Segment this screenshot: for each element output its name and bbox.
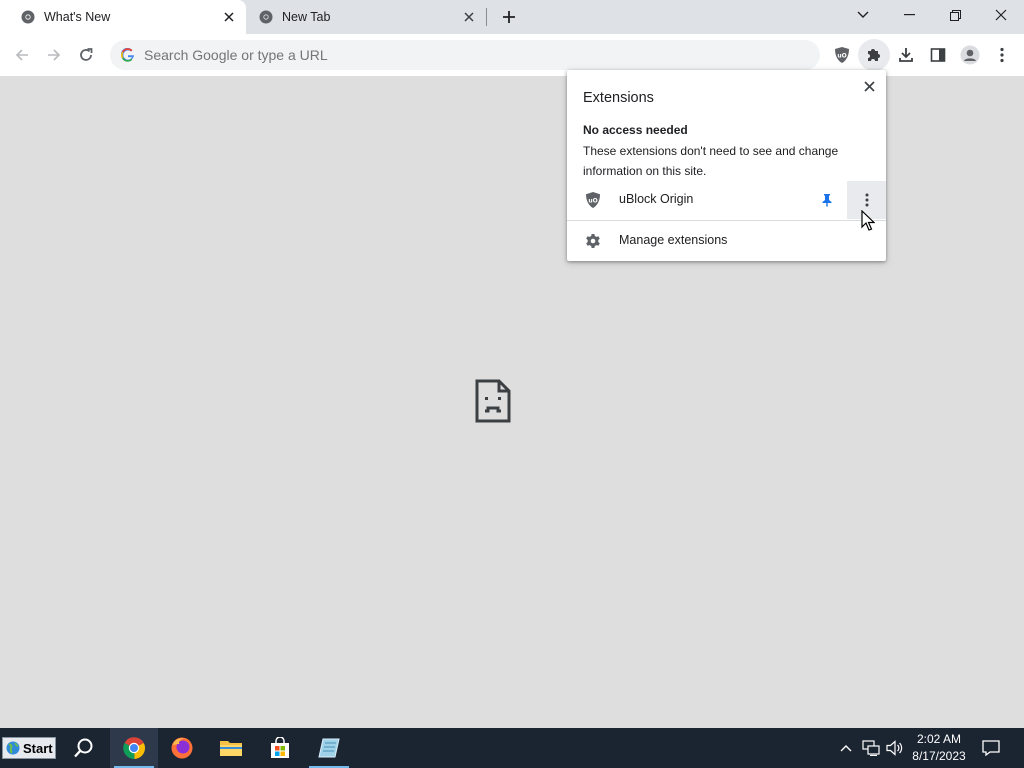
- google-icon: [120, 47, 136, 63]
- extension-name: uBlock Origin: [619, 192, 694, 206]
- popup-title: Extensions: [583, 90, 654, 106]
- pin-icon[interactable]: [817, 190, 837, 210]
- store-bag-icon: [271, 737, 289, 758]
- close-tab-icon[interactable]: [220, 8, 238, 26]
- chrome-icon: [258, 9, 274, 25]
- taskbar: Start 2:02 AM 8/17/2023: [0, 728, 1024, 768]
- folder-icon: [220, 741, 242, 756]
- chrome-icon: [20, 9, 36, 25]
- app-window-icon: [318, 738, 340, 758]
- back-button[interactable]: [6, 39, 38, 71]
- ublock-origin-icon: uO: [586, 192, 600, 208]
- tab-strip: What's New New Tab: [0, 0, 1024, 34]
- clock-date: 8/17/2023: [912, 749, 966, 763]
- forward-button[interactable]: [38, 39, 70, 71]
- taskbar-clock[interactable]: 2:02 AM 8/17/2023: [906, 731, 972, 765]
- manage-extensions-item[interactable]: Manage extensions: [567, 222, 886, 258]
- taskbar-search-button[interactable]: [60, 728, 108, 768]
- tab-search-button[interactable]: [840, 0, 886, 30]
- show-hidden-icons-chevron-icon[interactable]: [836, 738, 856, 758]
- volume-icon[interactable]: [885, 738, 905, 758]
- gear-icon: [586, 234, 600, 248]
- search-icon: [74, 738, 93, 758]
- windows-globe-icon: [6, 741, 20, 755]
- extensions-menu: Extensions No access needed These extens…: [567, 70, 886, 261]
- reload-button[interactable]: [70, 39, 102, 71]
- taskbar-store[interactable]: [256, 728, 304, 768]
- chrome-app-icon: [123, 737, 146, 760]
- tab-new-tab[interactable]: New Tab: [246, 0, 486, 34]
- tab-whats-new[interactable]: What's New: [0, 0, 246, 34]
- tab-divider: [486, 8, 487, 26]
- side-panel-icon[interactable]: [922, 39, 954, 71]
- section-heading: No access needed: [583, 123, 688, 137]
- manage-extensions-label: Manage extensions: [619, 233, 728, 247]
- svg-text:uO: uO: [588, 198, 597, 205]
- firefox-icon: [171, 737, 193, 759]
- close-icon[interactable]: [860, 77, 878, 95]
- network-icon[interactable]: [861, 738, 881, 758]
- taskbar-firefox[interactable]: [158, 728, 206, 768]
- start-button[interactable]: Start: [2, 737, 56, 759]
- minimize-button[interactable]: [886, 0, 932, 30]
- tab-title: What's New: [44, 10, 111, 24]
- start-label: Start: [23, 740, 53, 756]
- omnibox-input[interactable]: [142, 46, 746, 64]
- new-tab-button[interactable]: [497, 5, 521, 29]
- svg-text:uO: uO: [837, 53, 846, 60]
- close-window-button[interactable]: [978, 0, 1024, 30]
- section-description: These extensions don't need to see and c…: [583, 144, 839, 178]
- extension-row-ublock-origin[interactable]: uO uBlock Origin: [567, 181, 886, 219]
- taskbar-chrome[interactable]: [110, 728, 158, 768]
- download-icon[interactable]: [890, 39, 922, 71]
- tab-title: New Tab: [282, 10, 331, 24]
- restore-button[interactable]: [932, 0, 978, 30]
- taskbar-app-window[interactable]: [305, 728, 353, 768]
- address-bar[interactable]: [110, 40, 820, 70]
- taskbar-file-explorer[interactable]: [207, 728, 255, 768]
- notifications-icon[interactable]: [981, 738, 1001, 758]
- clock-time: 2:02 AM: [916, 732, 962, 746]
- chrome-menu-icon[interactable]: [986, 39, 1018, 71]
- ublock-origin-toolbar-icon[interactable]: uO: [826, 39, 858, 71]
- sad-tab-icon: [475, 379, 511, 423]
- mouse-cursor-icon: [861, 210, 875, 231]
- popup-divider: [567, 220, 886, 221]
- profile-avatar-icon[interactable]: [954, 39, 986, 71]
- close-tab-icon[interactable]: [460, 8, 478, 26]
- extensions-button[interactable]: [858, 39, 890, 71]
